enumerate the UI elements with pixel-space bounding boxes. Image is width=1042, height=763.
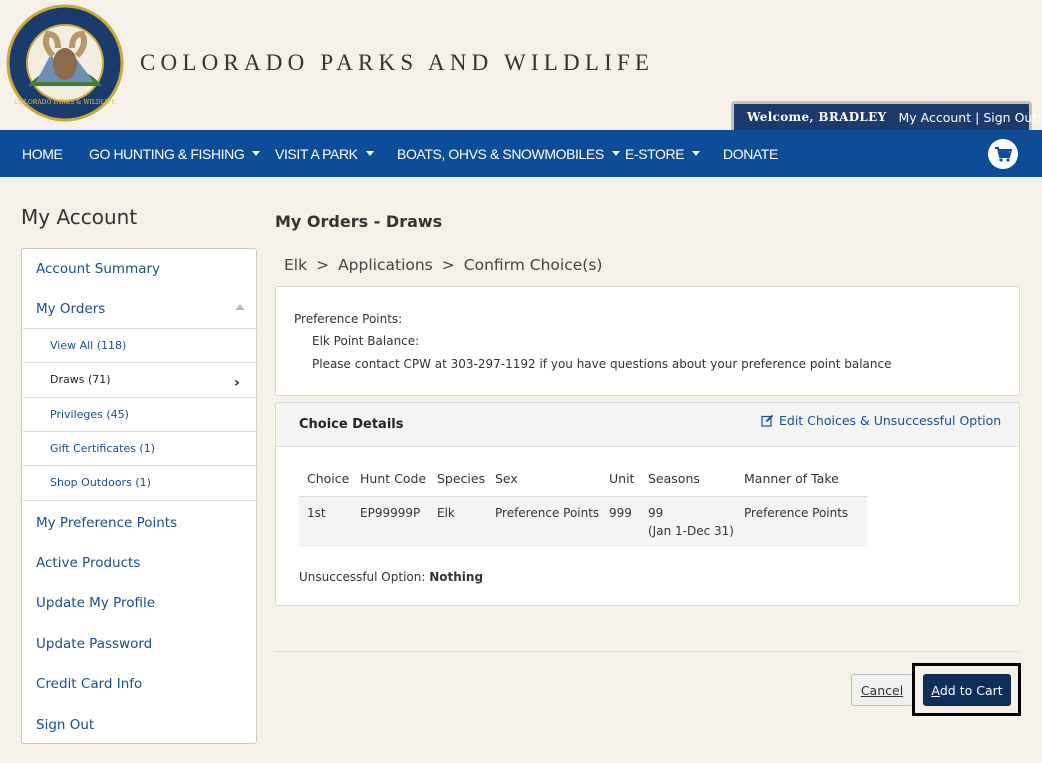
cell-season-code: 99 <box>648 506 664 520</box>
sidebar-subitem-label: Shop Outdoors (1) <box>50 476 151 489</box>
preference-points-label: Preference Points: <box>294 312 403 326</box>
sidebar-title: My Account <box>21 205 138 229</box>
nav-visit-park[interactable]: VISIT A PARK <box>275 130 374 177</box>
sidebar-subitem-view-all[interactable]: View All (118) <box>23 328 257 362</box>
cell-species: Elk <box>437 506 455 520</box>
choice-details-header: Choice Details Edit Choices & Unsuccessf… <box>276 403 1019 447</box>
nav-home[interactable]: HOME <box>22 130 63 177</box>
breadcrumb-separator: > <box>441 256 455 274</box>
sidebar-item-update-profile[interactable]: Update My Profile <box>36 595 155 611</box>
cancel-button[interactable]: Cancel <box>851 674 913 706</box>
account-sidebar: Account Summary My Orders View All (118)… <box>21 248 257 744</box>
cell-sex: Preference Points <box>495 506 600 520</box>
table-row: 1st EP99999P Elk Preference Points 999 9… <box>299 496 867 547</box>
preference-points-panel: Preference Points: Elk Point Balance: Pl… <box>275 286 1020 396</box>
sidebar-subitem-gift-certificates[interactable]: Gift Certificates (1) <box>23 431 257 465</box>
sidebar-subitem-draws[interactable]: Draws (71) <box>23 362 257 396</box>
table-header-hunt-code: Hunt Code <box>360 471 427 486</box>
sidebar-item-active-products[interactable]: Active Products <box>36 555 140 571</box>
unsuccessful-label: Unsuccessful Option: <box>299 570 426 584</box>
breadcrumb-applications[interactable]: Applications <box>338 256 433 274</box>
chevron-right-icon: › <box>234 375 240 391</box>
breadcrumb-separator: > <box>316 256 330 274</box>
caret-down-icon <box>365 151 374 156</box>
caret-down-icon <box>252 151 261 156</box>
table-header-species: Species <box>437 471 486 486</box>
breadcrumb: Elk > Applications > Confirm Choice(s) <box>284 256 602 274</box>
nav-home-label: HOME <box>22 145 63 162</box>
cell-season-dates: (Jan 1-Dec 31) <box>648 524 734 538</box>
sidebar-subitem-label: View All (118) <box>50 339 127 352</box>
choice-details-title: Choice Details <box>299 417 404 432</box>
chevron-up-icon[interactable] <box>235 304 245 310</box>
nav-estore[interactable]: E-STORE <box>625 130 701 177</box>
sign-out-link[interactable]: Sign Out <box>983 110 1037 125</box>
cell-unit: 999 <box>609 506 632 520</box>
sidebar-subitem-label: Gift Certificates (1) <box>50 442 156 455</box>
sidebar-subitem-label: Draws (71) <box>50 373 111 386</box>
unsuccessful-value: Nothing <box>429 570 484 584</box>
sidebar-item-update-password[interactable]: Update Password <box>36 636 152 652</box>
table-header-choice: Choice <box>307 471 350 486</box>
nav-visit-park-label: VISIT A PARK <box>275 145 358 162</box>
nav-hunting-fishing[interactable]: GO HUNTING & FISHING <box>89 130 261 177</box>
site-header: COLORADO PARKS & WILDLIFE COLORADO PARKS… <box>0 0 1042 130</box>
cancel-hotkey: C <box>860 682 870 698</box>
sidebar-subitem-privileges[interactable]: Privileges (45) <box>23 397 257 431</box>
sidebar-item-preference-points[interactable]: My Preference Points <box>36 515 177 531</box>
choice-details-panel: Choice Details Edit Choices & Unsuccessf… <box>275 402 1020 606</box>
nav-estore-label: E-STORE <box>625 145 685 162</box>
table-header-seasons: Seasons <box>648 471 700 486</box>
welcome-separator: | <box>975 109 980 125</box>
submenu-divider <box>23 500 257 501</box>
nav-donate[interactable]: DONATE <box>723 130 778 177</box>
site-title[interactable]: COLORADO PARKS AND WILDLIFE <box>140 50 654 76</box>
actions-divider <box>275 651 1020 652</box>
edit-icon <box>761 414 774 427</box>
add-hotkey: A <box>931 682 940 698</box>
shopping-cart-icon <box>995 147 1012 162</box>
edit-choices-link[interactable]: Edit Choices & Unsuccessful Option <box>761 413 1001 428</box>
table-header-manner-of-take: Manner of Take <box>744 471 839 486</box>
cart-button[interactable] <box>988 139 1018 169</box>
elk-point-balance: Elk Point Balance: <box>312 334 420 348</box>
cell-manner: Preference Points <box>744 506 849 520</box>
sidebar-subitem-shop-outdoors[interactable]: Shop Outdoors (1) <box>23 465 257 499</box>
welcome-label: Welcome, BRADLEY <box>747 110 887 124</box>
add-to-cart-button[interactable]: Add to Cart <box>923 674 1011 706</box>
main-nav: HOME GO HUNTING & FISHING VISIT A PARK B… <box>0 130 1042 177</box>
breadcrumb-elk[interactable]: Elk <box>284 256 307 274</box>
cell-choice: 1st <box>307 506 326 520</box>
logo-text: COLORADO PARKS & WILDLIFE <box>14 99 115 106</box>
welcome-bar: Welcome, BRADLEY My Account | Sign Out <box>731 101 1037 130</box>
nav-donate-label: DONATE <box>723 145 778 162</box>
sidebar-item-my-orders[interactable]: My Orders <box>36 301 105 317</box>
sidebar-item-account-summary[interactable]: Account Summary <box>36 261 160 277</box>
sidebar-subitem-label: Privileges (45) <box>50 408 129 421</box>
cpw-logo[interactable]: COLORADO PARKS & WILDLIFE <box>6 4 124 122</box>
table-header-sex: Sex <box>495 471 518 486</box>
sidebar-item-sign-out[interactable]: Sign Out <box>36 717 94 733</box>
my-account-link[interactable]: My Account <box>898 110 971 125</box>
breadcrumb-confirm-choices: Confirm Choice(s) <box>463 256 603 274</box>
contact-cpw-text: Please contact CPW at 303-297-1192 if yo… <box>312 357 892 371</box>
nav-boats-ohvs[interactable]: BOATS, OHVS & SNOWMOBILES <box>397 130 620 177</box>
unsuccessful-option: Unsuccessful Option: Nothing <box>299 570 483 584</box>
nav-boats-ohvs-label: BOATS, OHVS & SNOWMOBILES <box>397 145 604 162</box>
table-header-unit: Unit <box>609 471 635 486</box>
caret-down-icon <box>611 151 620 156</box>
edit-choices-label: Edit Choices & Unsuccessful Option <box>779 413 1002 428</box>
cancel-label-rest: ancel <box>869 682 904 698</box>
cell-hunt-code: EP99999P <box>360 506 421 520</box>
page-title: My Orders - Draws <box>275 212 443 231</box>
add-label-rest: dd to Cart <box>939 682 1003 698</box>
nav-hunting-fishing-label: GO HUNTING & FISHING <box>89 145 245 162</box>
caret-down-icon <box>692 151 701 156</box>
sidebar-item-credit-card-info[interactable]: Credit Card Info <box>36 676 142 692</box>
